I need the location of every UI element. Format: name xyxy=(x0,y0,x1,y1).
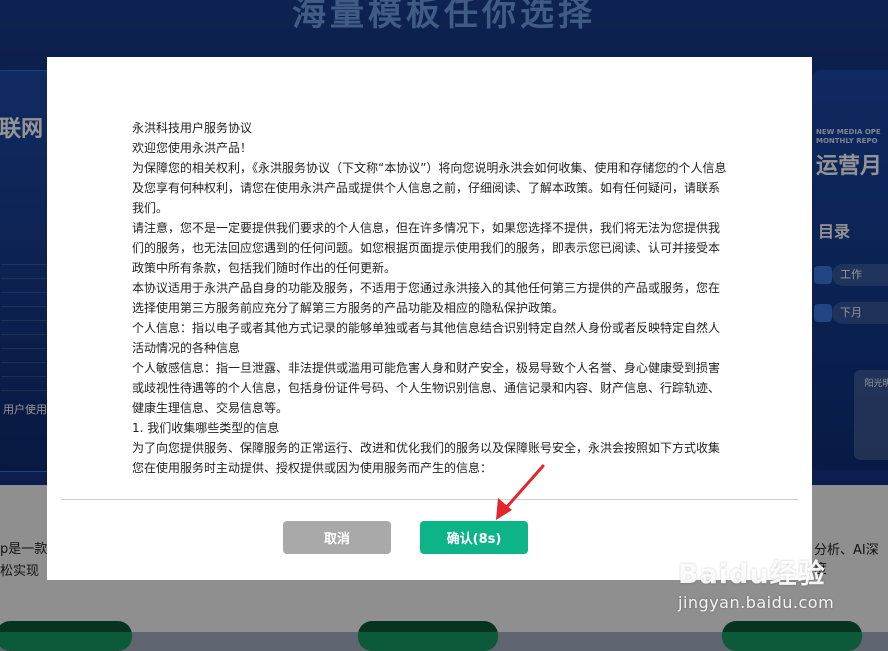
dialog-divider xyxy=(61,499,798,500)
agreement-section-heading: 1. 我们收集哪些类型的信息 xyxy=(132,421,280,435)
watermark-logo: Baidu经验 xyxy=(678,559,826,590)
agreement-paragraph: 请注意，您不是一定要提供我们要求的个人信息，但在许多情况下，如果您选择不提供，我… xyxy=(132,221,721,275)
watermark-url: jingyan.baidu.com xyxy=(678,593,835,612)
cancel-button[interactable]: 取消 xyxy=(283,521,391,554)
agreement-paragraph: 本协议适用于永洪产品自身的功能及服务，不适用于您通过永洪接入的其他任何第三方提供… xyxy=(132,281,721,315)
agreement-title: 永洪科技用户服务协议 xyxy=(132,121,253,135)
agreement-paragraph: 为了向您提供服务、保障服务的正常运行、改进和优化我们的服务以及保障账号安全，永洪… xyxy=(132,441,721,475)
agreement-paragraph: 欢迎您使用永洪产品！ xyxy=(132,141,253,155)
agreement-paragraph: 个人敏感信息：指一旦泄露、非法提供或滥用可能危害人身和财产安全，极易导致个人名誉… xyxy=(132,361,721,415)
agreement-text: 永洪科技用户服务协议 欢迎您使用永洪产品！ 为保障您的相关权利，《永洪服务协议（… xyxy=(132,118,729,541)
agreement-paragraph: 为保障您的相关权利，《永洪服务协议（下文称“本协议”）将向您说明永洪会如何收集、… xyxy=(132,161,727,215)
confirm-button[interactable]: 确认(8s) xyxy=(420,521,528,554)
agreement-paragraph: 个人信息：指以电子或者其他方式记录的能够单独或者与其他信息结合识别特定自然人身份… xyxy=(132,321,721,355)
agreement-dialog: 永洪科技用户服务协议 欢迎您使用永洪产品！ 为保障您的相关权利，《永洪服务协议（… xyxy=(47,57,812,580)
baidu-jingyan-watermark: Baidu经验 jingyan.baidu.com xyxy=(678,552,834,612)
